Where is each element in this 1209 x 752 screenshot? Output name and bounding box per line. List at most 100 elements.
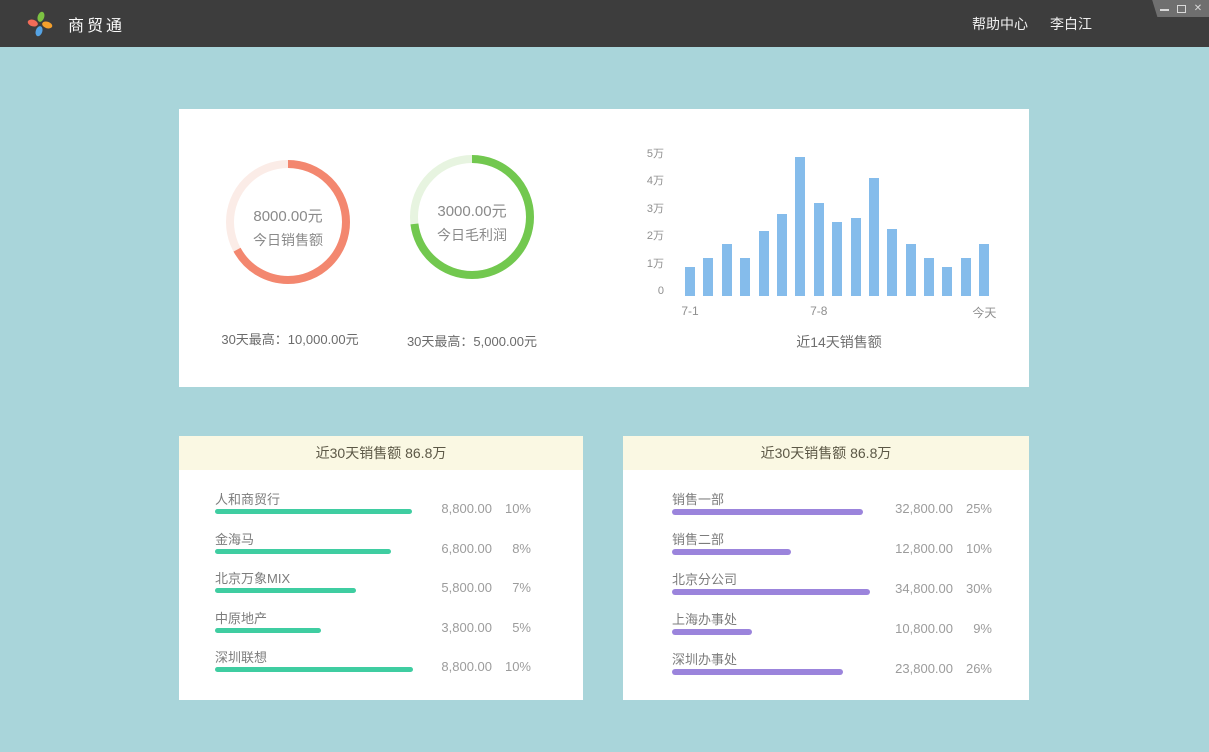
list-item: 中原地产 3,800.00 5% [215,607,531,647]
close-button[interactable]: ✕ [1193,3,1203,15]
daily-bar [832,222,842,296]
department-ranking-card: 近30天销售额 86.8万 销售一部32,800.0025%销售二部12,800… [623,436,1029,700]
item-progress-bar [215,509,412,514]
item-percent: 30% [962,581,992,596]
today-profit-donut: 3000.00元 今日毛利润 [410,155,534,279]
daily-bar [685,267,695,296]
item-progress-bar [215,667,413,672]
daily-bar [887,229,897,296]
item-label: 人和商贸行 [215,489,280,508]
item-amount: 5,800.00 [420,580,492,595]
item-percent: 25% [962,501,992,516]
today-profit-label: 今日毛利润 [410,225,534,245]
daily-bar [740,258,750,297]
pinwheel-logo-icon [27,11,53,37]
item-values: 6,800.00 8% [420,541,531,556]
item-percent: 5% [501,620,531,635]
item-progress-bar [215,549,391,554]
item-values: 3,800.00 5% [420,620,531,635]
x-tick-label: 7-1 [681,304,698,318]
maximize-button[interactable] [1176,3,1186,15]
item-values: 10,800.00 9% [881,621,992,636]
item-amount: 32,800.00 [881,501,953,516]
customer-list: 人和商贸行8,800.0010%金海马6,800.008%北京万象MIX5,80… [179,470,583,686]
item-values: 23,800.0026% [881,661,992,676]
y-axis: 5万4万3万2万1万0 [640,138,664,296]
topbar-right: 帮助中心 李白江 [972,14,1092,34]
daily-bar [703,258,713,297]
item-label: 销售二部 [672,529,724,548]
item-percent: 7% [501,580,531,595]
item-progress-bar [672,669,843,675]
window-controls: ✕ [1151,0,1209,17]
maximize-icon [1177,5,1186,13]
item-percent: 10% [501,659,531,674]
daily-bar [961,258,971,297]
item-label: 深圳联想 [215,647,267,666]
item-amount: 12,800.00 [881,541,953,556]
overview-card: 8000.00元 今日销售额 30天最高：10,000.00元 3000.00元… [179,109,1029,387]
item-progress-bar [672,509,863,515]
item-percent: 8% [501,541,531,556]
chart-title: 近14天销售额 [685,332,993,352]
daily-bar [979,244,989,296]
item-values: 8,800.0010% [420,659,531,674]
x-axis: 7-17-8今天 [685,304,993,318]
y-tick-label: 0 [658,284,664,298]
item-label: 深圳办事处 [672,649,737,668]
daily-bar [851,218,861,296]
item-progress-bar [672,589,870,595]
list-item: 销售一部32,800.0025% [672,488,992,528]
card-header: 近30天销售额 86.8万 [623,436,1029,470]
y-tick-label: 2万 [647,229,664,243]
item-label: 北京万象MIX [215,568,290,587]
customer-ranking-card: 近30天销售额 86.8万 人和商贸行8,800.0010%金海马6,800.0… [179,436,583,700]
daily-bar [869,178,879,296]
daily-bar [906,244,916,296]
list-item: 上海办事处 10,800.00 9% [672,608,992,648]
app-window: { "window": { "app_title": "商贸通", "help_… [0,0,1209,752]
today-sales-label: 今日销售额 [226,230,350,250]
item-amount: 6,800.00 [420,541,492,556]
y-tick-label: 4万 [647,174,664,188]
app-title: 商贸通 [68,12,125,36]
item-label: 上海办事处 [672,609,737,628]
help-center-link[interactable]: 帮助中心 [972,14,1028,34]
list-item: 销售二部 12,800.0010% [672,528,992,568]
item-percent: 9% [962,621,992,636]
list-item: 深圳联想 8,800.0010% [215,646,531,686]
profit-30day-max: 30天最高：5,000.00元 [360,331,584,350]
item-label: 中原地产 [215,608,267,627]
daily-bar [814,203,824,297]
close-icon: ✕ [1194,4,1202,14]
item-label: 北京分公司 [672,569,737,588]
item-amount: 23,800.00 [881,661,953,676]
list-item: 人和商贸行 8,800.0010% [215,488,531,528]
daily-bar [942,267,952,296]
item-amount: 3,800.00 [420,620,492,635]
title-bar: 商贸通 帮助中心 李白江 ✕ [0,0,1209,47]
item-values: 12,800.0010% [881,541,992,556]
item-progress-bar [215,588,356,593]
item-label: 金海马 [215,529,254,548]
list-item: 北京分公司34,800.0030% [672,568,992,608]
daily-bars [685,146,993,296]
today-sales-value: 8000.00元 [226,205,350,226]
x-tick-label: 今天 [972,304,996,321]
item-values: 8,800.0010% [420,501,531,516]
today-sales-donut: 8000.00元 今日销售额 [226,160,350,284]
user-menu[interactable]: 李白江 [1050,14,1092,34]
minimize-button[interactable] [1159,3,1169,15]
x-tick-label: 7-8 [810,304,827,318]
list-item: 北京万象MIX 5,800.00 7% [215,567,531,607]
list-item: 深圳办事处 23,800.0026% [672,648,992,688]
item-progress-bar [672,629,752,635]
item-amount: 8,800.00 [420,501,492,516]
minimize-icon [1160,9,1169,11]
item-progress-bar [215,628,321,633]
y-tick-label: 5万 [647,147,664,161]
card-header: 近30天销售额 86.8万 [179,436,583,470]
daily-bar [722,244,732,296]
item-amount: 10,800.00 [881,621,953,636]
list-item: 金海马 6,800.00 8% [215,528,531,568]
